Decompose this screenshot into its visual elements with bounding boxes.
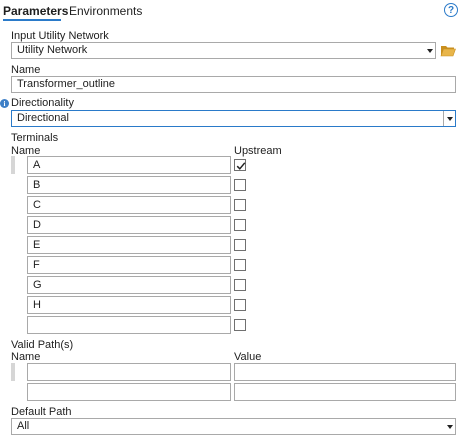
terminal-name-cell[interactable]: F bbox=[27, 256, 231, 274]
valid-paths-value-column-header: Value bbox=[234, 351, 262, 363]
terminal-name-cell[interactable]: G bbox=[27, 276, 231, 294]
directionality-dropdown[interactable]: Directional bbox=[11, 110, 456, 127]
terminal-name-cell[interactable]: H bbox=[27, 296, 231, 314]
valid-paths-label: Valid Path(s) bbox=[11, 339, 74, 351]
upstream-checkbox[interactable] bbox=[234, 219, 246, 231]
valid-path-value-cell[interactable] bbox=[234, 363, 456, 381]
default-path-value: All bbox=[17, 420, 30, 432]
terminals-upstream-column-header: Upstream bbox=[234, 145, 282, 157]
tab-bar: Parameters Environments ? bbox=[0, 0, 464, 22]
directionality-value: Directional bbox=[17, 112, 69, 124]
upstream-checkbox[interactable] bbox=[234, 179, 246, 191]
folder-open-icon[interactable] bbox=[440, 44, 456, 57]
input-utility-network-label: Input Utility Network bbox=[11, 30, 109, 42]
upstream-checkbox[interactable] bbox=[234, 239, 246, 251]
terminal-name-cell-empty[interactable] bbox=[27, 316, 231, 334]
directionality-dropdown-button[interactable] bbox=[443, 111, 455, 126]
terminals-label: Terminals bbox=[11, 132, 59, 144]
active-tab-indicator bbox=[3, 19, 61, 21]
terminal-name-cell[interactable]: D bbox=[27, 216, 231, 234]
valid-path-value-cell[interactable] bbox=[234, 383, 456, 401]
default-path-dropdown[interactable]: All bbox=[11, 418, 456, 435]
tab-parameters[interactable]: Parameters bbox=[3, 4, 68, 18]
chevron-down-icon bbox=[447, 425, 453, 429]
directionality-label: Directionality bbox=[11, 97, 74, 109]
upstream-checkbox[interactable] bbox=[234, 319, 246, 331]
upstream-checkbox[interactable] bbox=[234, 159, 246, 171]
upstream-checkbox[interactable] bbox=[234, 199, 246, 211]
terminal-name-cell[interactable]: B bbox=[27, 176, 231, 194]
info-icon: i bbox=[0, 99, 9, 108]
upstream-checkbox[interactable] bbox=[234, 259, 246, 271]
help-icon[interactable]: ? bbox=[444, 3, 458, 17]
terminal-name-cell[interactable]: C bbox=[27, 196, 231, 214]
chevron-down-icon bbox=[427, 49, 433, 53]
row-drag-handle[interactable] bbox=[11, 156, 15, 174]
default-path-label: Default Path bbox=[11, 406, 72, 418]
row-drag-handle[interactable] bbox=[11, 363, 15, 381]
input-utility-network-value: Utility Network bbox=[17, 44, 88, 56]
name-input[interactable]: Transformer_outline bbox=[11, 76, 456, 93]
chevron-down-icon bbox=[446, 116, 453, 121]
checkmark-icon bbox=[236, 162, 246, 170]
name-input-value: Transformer_outline bbox=[17, 78, 116, 90]
upstream-checkbox[interactable] bbox=[234, 279, 246, 291]
valid-paths-name-column-header: Name bbox=[11, 351, 41, 363]
valid-path-name-cell[interactable] bbox=[27, 383, 231, 401]
input-utility-network-dropdown[interactable]: Utility Network bbox=[11, 42, 436, 59]
name-label: Name bbox=[11, 64, 41, 76]
terminal-name-cell[interactable]: A bbox=[27, 156, 231, 174]
tab-environments[interactable]: Environments bbox=[69, 4, 142, 18]
terminal-name-cell[interactable]: E bbox=[27, 236, 231, 254]
upstream-checkbox[interactable] bbox=[234, 299, 246, 311]
valid-path-name-cell[interactable] bbox=[27, 363, 231, 381]
